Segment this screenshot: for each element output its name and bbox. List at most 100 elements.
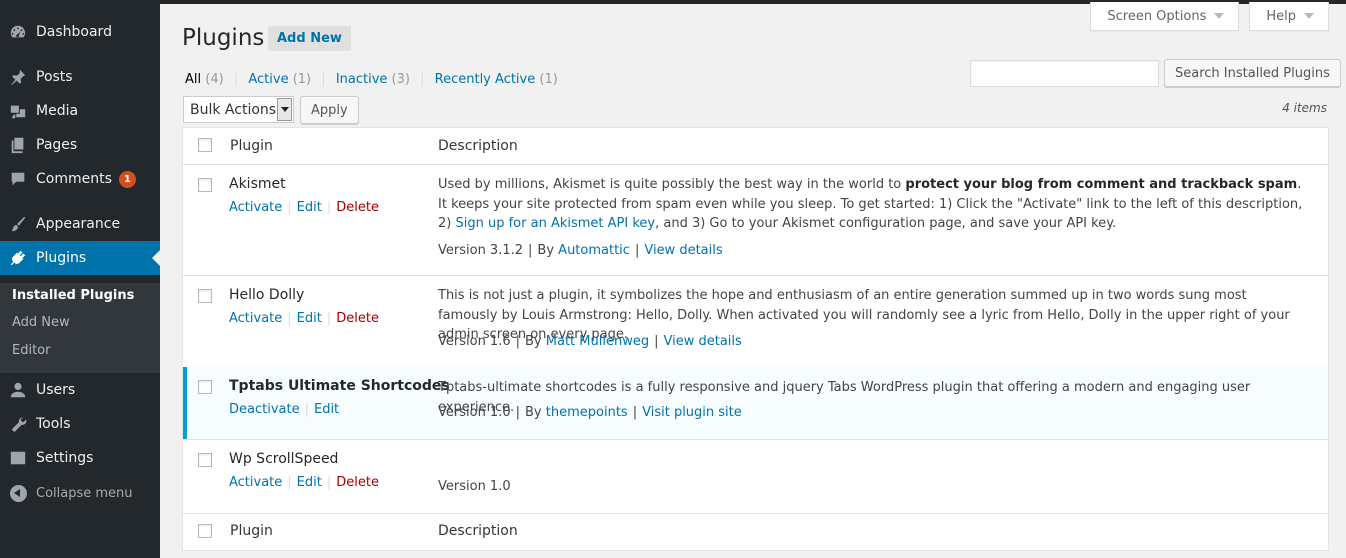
plugin-search-input[interactable] xyxy=(970,60,1159,87)
page-title: Plugins xyxy=(182,25,265,51)
filter-inactive[interactable]: Inactive xyxy=(336,72,388,87)
media-icon xyxy=(0,94,36,128)
edit-link[interactable]: Edit xyxy=(314,402,339,417)
plugin-name: Tptabs Ultimate Shortcodes xyxy=(229,378,450,394)
caret-down-icon xyxy=(1214,13,1225,19)
row-checkbox[interactable] xyxy=(198,178,212,192)
edit-link[interactable]: Edit xyxy=(297,311,322,326)
sidebar-item-label: Settings xyxy=(36,450,94,466)
filter-inactive-count: (3) xyxy=(391,72,410,87)
bulk-actions-value: Bulk Actions xyxy=(190,101,277,118)
filter-active[interactable]: Active xyxy=(248,72,288,87)
filter-recently-active[interactable]: Recently Active xyxy=(435,72,536,87)
sidebar-item-label: Tools xyxy=(36,416,71,432)
column-footer-description[interactable]: Description xyxy=(438,523,518,539)
filter-separator: | xyxy=(233,72,239,87)
visit-plugin-site-link[interactable]: Visit plugin site xyxy=(642,405,742,420)
deactivate-link[interactable]: Deactivate xyxy=(229,402,300,417)
row-checkbox[interactable] xyxy=(198,380,212,394)
sidebar-item-label: Posts xyxy=(36,69,73,85)
row-divider xyxy=(183,275,1328,276)
row-divider xyxy=(183,439,1328,440)
search-installed-plugins-button[interactable]: Search Installed Plugins xyxy=(1164,59,1341,87)
author-link[interactable]: Automattic xyxy=(558,243,630,258)
wrench-icon xyxy=(0,407,36,441)
by-label: By xyxy=(525,405,542,420)
plugin-meta: Version 1.0 xyxy=(438,479,511,494)
row-checkbox[interactable] xyxy=(198,453,212,467)
delete-link[interactable]: Delete xyxy=(336,200,379,215)
filter-active-count: (1) xyxy=(292,72,312,87)
select-all-checkbox[interactable] xyxy=(198,138,212,152)
filter-all[interactable]: All xyxy=(185,72,201,87)
sidebar-item-dashboard[interactable]: Dashboard xyxy=(0,15,160,49)
sidebar-item-appearance[interactable]: Appearance xyxy=(0,207,160,241)
activate-link[interactable]: Activate xyxy=(229,311,282,326)
edit-link[interactable]: Edit xyxy=(297,475,322,490)
plugins-table: Plugin Description Akismet Activate | Edit… xyxy=(182,127,1329,551)
column-header-description[interactable]: Description xyxy=(438,138,518,154)
sidebar-item-label: Media xyxy=(36,103,79,119)
users-icon xyxy=(0,373,36,407)
view-details-link[interactable]: View details xyxy=(663,334,741,349)
plugin-name: Akismet xyxy=(229,176,286,192)
sidebar-item-posts[interactable]: Posts xyxy=(0,60,160,94)
help-label: Help xyxy=(1266,8,1296,24)
plugin-description: Used by millions, Akismet is quite possi… xyxy=(438,175,1308,234)
apply-button[interactable]: Apply xyxy=(300,96,359,124)
column-header-plugin[interactable]: Plugin xyxy=(230,138,273,154)
admin-sidebar: Dashboard Posts Media Pages Comments 1 A… xyxy=(0,0,160,558)
submenu-add-new[interactable]: Add New xyxy=(12,315,70,330)
add-new-button[interactable]: Add New xyxy=(268,26,351,51)
row-checkbox[interactable] xyxy=(198,289,212,303)
plugin-version: Version 1.0 xyxy=(438,479,511,494)
edit-link[interactable]: Edit xyxy=(297,200,322,215)
row-actions: Activate | Edit | Delete xyxy=(229,200,379,215)
plugin-meta: Version 3.1.2 | By Automattic | View details xyxy=(438,243,723,258)
collapse-menu-button[interactable]: Collapse menu xyxy=(0,480,160,506)
plugins-submenu: Installed Plugins Add New Editor xyxy=(0,283,160,373)
sidebar-item-tools[interactable]: Tools xyxy=(0,407,160,441)
view-details-link[interactable]: View details xyxy=(644,243,722,258)
dropdown-arrow-icon xyxy=(277,98,292,121)
plugin-version: Version 1.6 xyxy=(438,334,511,349)
filter-separator: | xyxy=(321,72,326,87)
description-emphasis: protect your blog from comment and track… xyxy=(905,177,1298,192)
sidebar-item-comments[interactable]: Comments 1 xyxy=(0,162,160,196)
bulk-actions-select[interactable]: Bulk Actions xyxy=(183,96,294,123)
column-footer-plugin[interactable]: Plugin xyxy=(230,523,273,539)
delete-link[interactable]: Delete xyxy=(336,311,379,326)
sidebar-item-users[interactable]: Users xyxy=(0,373,160,407)
sidebar-item-pages[interactable]: Pages xyxy=(0,128,160,162)
sidebar-item-label: Users xyxy=(36,382,76,398)
screen-meta-tabs: Screen Options Help xyxy=(1090,2,1329,31)
akismet-signup-link[interactable]: Sign up for an Akismet API key xyxy=(455,216,655,231)
screen-options-tab[interactable]: Screen Options xyxy=(1090,2,1240,31)
filter-separator: | xyxy=(420,72,425,87)
comment-count-badge: 1 xyxy=(118,170,136,188)
select-all-checkbox-footer[interactable] xyxy=(198,524,212,538)
activate-link[interactable]: Activate xyxy=(229,200,282,215)
sidebar-item-media[interactable]: Media xyxy=(0,94,160,128)
plugin-name: Wp ScrollSpeed xyxy=(229,451,339,467)
description-text: , and 3) Go to your Akismet configuratio… xyxy=(655,216,1117,232)
sidebar-item-plugins[interactable]: Plugins xyxy=(0,241,160,275)
description-text: Used by millions, Akismet is quite possi… xyxy=(438,177,906,192)
plugin-meta: Version 1.0 | By themepoints | Visit plugin … xyxy=(438,405,742,420)
author-link[interactable]: Matt Mullenweg xyxy=(546,334,649,349)
submenu-installed-plugins[interactable]: Installed Plugins xyxy=(12,288,134,303)
delete-link[interactable]: Delete xyxy=(336,475,379,490)
caret-down-icon xyxy=(1304,13,1314,19)
sidebar-item-label: Dashboard xyxy=(36,24,112,40)
submenu-editor[interactable]: Editor xyxy=(12,343,50,358)
brush-icon xyxy=(0,207,36,241)
sidebar-item-label: Plugins xyxy=(36,250,87,266)
sidebar-item-settings[interactable]: Settings xyxy=(0,441,160,475)
sidebar-item-label: Comments xyxy=(36,171,112,187)
help-tab[interactable]: Help xyxy=(1249,2,1329,31)
activate-link[interactable]: Activate xyxy=(229,475,282,490)
dashboard-icon xyxy=(0,15,36,49)
author-link[interactable]: themepoints xyxy=(546,405,628,420)
screen-options-label: Screen Options xyxy=(1107,8,1207,24)
plugin-version: Version 1.0 xyxy=(438,405,511,420)
